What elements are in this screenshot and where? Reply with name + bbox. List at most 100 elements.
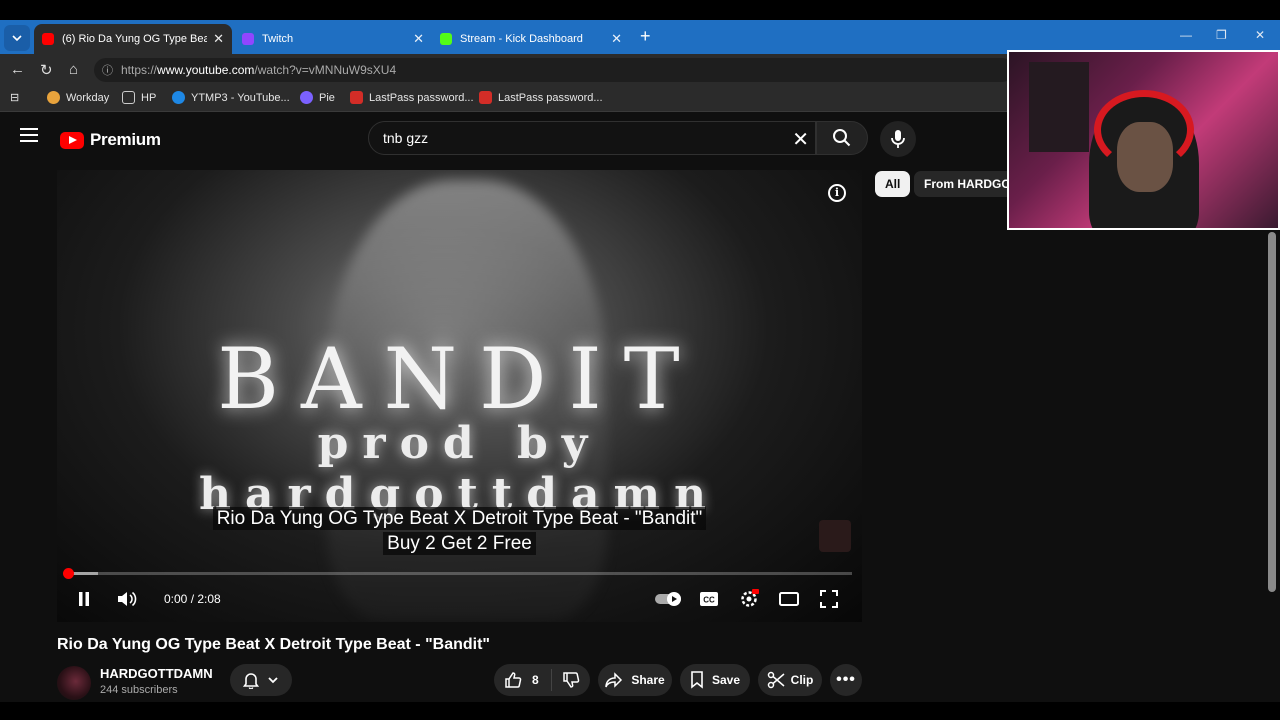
settings-button[interactable] xyxy=(735,586,763,612)
close-tab-icon[interactable]: ✕ xyxy=(413,31,424,47)
tab-title: (6) Rio Da Yung OG Type Beat X Detroit xyxy=(62,33,208,45)
subscriber-count: 244 subscribers xyxy=(100,684,178,696)
minimize-icon[interactable]: — xyxy=(1180,28,1192,42)
screen-top-bar xyxy=(0,0,1280,20)
pause-button[interactable] xyxy=(70,586,98,612)
search-button[interactable] xyxy=(816,121,868,155)
url-path: /watch?v=vMNNuW9sXU4 xyxy=(254,63,397,77)
bookmark-icon xyxy=(691,671,703,689)
new-tab-plus-icon[interactable]: + xyxy=(640,26,651,47)
video-title: Rio Da Yung OG Type Beat X Detroit Type … xyxy=(57,636,491,653)
autoplay-toggle[interactable] xyxy=(653,586,683,612)
notifications-button[interactable] xyxy=(230,664,292,696)
address-bar[interactable]: ⓘ https://www.youtube.com/watch?v=vMNNuW… xyxy=(94,58,1014,82)
folder-icon xyxy=(122,91,135,104)
bookmark-hp[interactable]: HP xyxy=(122,91,156,104)
bookmark-ytmp3[interactable]: YTMP3 - YouTube... xyxy=(172,91,290,104)
tab-search-button[interactable] xyxy=(4,25,30,51)
info-icon[interactable]: i xyxy=(828,184,846,202)
webcam-background xyxy=(1029,62,1089,152)
more-dots-icon: ••• xyxy=(836,671,856,688)
save-button[interactable]: Save xyxy=(680,664,750,696)
thumbs-down-icon xyxy=(563,672,580,688)
microphone-icon xyxy=(891,130,905,148)
tab-title: Stream - Kick Dashboard xyxy=(460,33,583,45)
menu-hamburger-icon[interactable] xyxy=(20,128,38,146)
close-window-icon[interactable]: ✕ xyxy=(1255,28,1265,42)
twitch-favicon-icon xyxy=(242,33,254,45)
workday-icon xyxy=(47,91,60,104)
scissors-icon xyxy=(767,671,785,689)
chevron-down-icon xyxy=(268,677,278,684)
share-button[interactable]: Share xyxy=(598,664,672,696)
screen-bottom-bar xyxy=(0,702,1280,720)
svg-text:CC: CC xyxy=(703,596,715,605)
caption-line-2: Buy 2 Get 2 Free xyxy=(57,532,862,555)
channel-name[interactable]: HARDGOTTDAMN xyxy=(100,666,213,681)
bookmark-pie[interactable]: Pie xyxy=(300,91,335,104)
page-scrollbar[interactable] xyxy=(1268,232,1276,592)
like-dislike-group: 8 xyxy=(494,664,590,696)
captions-button[interactable]: CC xyxy=(695,586,723,612)
close-tab-icon[interactable]: ✕ xyxy=(611,31,622,47)
bell-icon xyxy=(243,673,259,689)
lastpass-icon xyxy=(350,91,363,104)
scrubber-handle[interactable] xyxy=(63,568,74,579)
bookmark-lastpass-2[interactable]: LastPass password... xyxy=(479,91,603,104)
bookmarks-menu-icon[interactable]: ⊟ xyxy=(10,91,19,104)
closed-captions-icon: CC xyxy=(700,592,718,606)
url-host: www.youtube.com xyxy=(157,63,255,77)
like-count: 8 xyxy=(532,673,539,687)
caption-line-1: Rio Da Yung OG Type Beat X Detroit Type … xyxy=(57,507,862,530)
clip-button[interactable]: Clip xyxy=(758,664,822,696)
chip-all[interactable]: All xyxy=(875,171,911,197)
clear-search-icon[interactable]: ✕ xyxy=(792,127,809,152)
volume-button[interactable] xyxy=(113,586,141,612)
back-arrow-icon[interactable]: ← xyxy=(10,61,25,78)
browser-tab-bar: (6) Rio Da Yung OG Type Beat X Detroit ✕… xyxy=(0,20,1280,54)
like-button[interactable]: 8 xyxy=(494,669,552,691)
search-icon xyxy=(833,129,851,147)
webcam-overlay xyxy=(1007,50,1280,230)
theater-mode-icon xyxy=(779,592,799,606)
video-player[interactable]: BANDIT prod by hardgottdamn Rio Da Yung … xyxy=(57,170,862,622)
more-actions-button[interactable]: ••• xyxy=(830,664,862,696)
gear-icon xyxy=(741,589,759,607)
search-input[interactable]: tnb gzz ✕ xyxy=(368,121,816,155)
youtube-favicon-icon xyxy=(42,33,54,45)
kick-favicon-icon xyxy=(440,33,452,45)
youtube-logo[interactable]: Premium xyxy=(60,130,161,150)
autoplay-toggle-icon xyxy=(655,592,681,606)
tab-youtube[interactable]: (6) Rio Da Yung OG Type Beat X Detroit ✕ xyxy=(34,24,232,54)
bookmark-lastpass-1[interactable]: LastPass password... xyxy=(350,91,474,104)
fullscreen-icon xyxy=(820,590,838,608)
pause-icon xyxy=(79,592,89,606)
headphones xyxy=(1094,90,1194,170)
progress-bar[interactable] xyxy=(63,568,852,579)
logo-text: Premium xyxy=(90,130,161,149)
youtube-play-icon xyxy=(60,131,84,149)
fullscreen-button[interactable] xyxy=(815,586,843,612)
tab-twitch[interactable]: Twitch ✕ xyxy=(234,24,432,54)
lastpass-icon xyxy=(479,91,492,104)
bookmark-workday[interactable]: Workday xyxy=(47,91,109,104)
thumbs-up-icon xyxy=(505,672,522,688)
channel-avatar[interactable] xyxy=(57,666,91,700)
video-overlay-subtitle: prod by hardgottdamn xyxy=(198,418,721,520)
share-icon xyxy=(605,672,623,688)
voice-search-button[interactable] xyxy=(880,121,916,157)
time-display: 0:00 / 2:08 xyxy=(164,592,221,606)
ytmp3-icon xyxy=(172,91,185,104)
restore-icon[interactable]: ❐ xyxy=(1216,28,1227,42)
theater-mode-button[interactable] xyxy=(775,586,803,612)
site-info-icon[interactable]: ⓘ xyxy=(102,62,113,78)
close-tab-icon[interactable]: ✕ xyxy=(213,31,224,47)
search-query: tnb gzz xyxy=(383,130,429,146)
tab-kick[interactable]: Stream - Kick Dashboard ✕ xyxy=(432,24,630,54)
chevron-down-icon xyxy=(12,35,22,42)
dislike-button[interactable] xyxy=(552,671,590,689)
home-icon[interactable]: ⌂ xyxy=(69,61,78,78)
reload-icon[interactable]: ↻ xyxy=(40,61,53,79)
channel-watermark[interactable] xyxy=(819,520,851,552)
volume-icon xyxy=(118,591,137,607)
